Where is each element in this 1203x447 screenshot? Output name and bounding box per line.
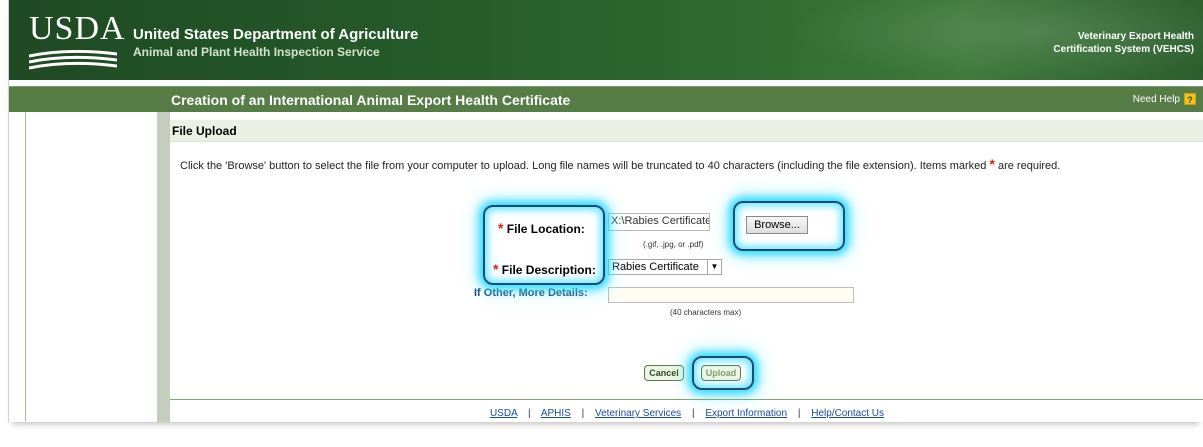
instructions-post: are required.	[997, 160, 1061, 172]
highlight-upload	[692, 356, 754, 390]
title-bar: Creation of an International Animal Expo…	[9, 86, 1203, 112]
footer-link-export-information[interactable]: Export Information	[705, 408, 787, 419]
page: USDA United States Department of Agricul…	[0, 0, 1203, 447]
need-help-link[interactable]: Need Help ?	[1133, 93, 1196, 105]
footer-separator: |	[581, 408, 585, 419]
max-characters-hint: (40 characters max)	[670, 308, 742, 317]
footer-link-usda[interactable]: USDA	[490, 408, 517, 419]
file-types-hint: (.gif, .jpg, or .pdf)	[643, 240, 704, 249]
agency-block: United States Department of Agriculture …	[133, 26, 418, 59]
highlight-labels	[483, 205, 605, 285]
agency-subtitle: Animal and Plant Health Inspection Servi…	[133, 45, 380, 59]
left-sidebar	[25, 112, 157, 422]
system-name-line2: Certification System (VEHCS)	[1053, 44, 1194, 55]
section-header: File Upload	[170, 120, 1203, 142]
site-header: USDA United States Department of Agricul…	[9, 0, 1203, 80]
highlight-browse	[733, 201, 845, 251]
file-location-input[interactable]: X:\Rabies Certificate.pdf	[608, 213, 710, 231]
file-description-value: Rabies Certificate	[612, 261, 699, 273]
required-marker: *	[989, 156, 995, 172]
footer-divider	[170, 399, 1203, 400]
section-heading: File Upload	[172, 124, 237, 138]
chevron-down-icon[interactable]: ▼	[707, 260, 721, 274]
sidebar-divider	[157, 112, 170, 422]
instructions-text: Click the 'Browse' button to select the …	[180, 156, 1060, 172]
footer-link-aphis[interactable]: APHIS	[541, 408, 571, 419]
system-name-line1: Veterinary Export Health	[1077, 31, 1194, 42]
footer-link-help-contact[interactable]: Help/Contact Us	[811, 408, 884, 419]
cancel-button[interactable]: Cancel	[644, 365, 684, 381]
instructions-pre: Click the 'Browse' button to select the …	[180, 160, 987, 172]
footer-separator: |	[527, 408, 531, 419]
other-details-label: If Other, More Details:	[474, 287, 588, 299]
main-content: File Upload Click the 'Browse' button to…	[170, 112, 1203, 422]
browser-frame: USDA United States Department of Agricul…	[8, 0, 1203, 422]
other-details-input[interactable]	[608, 287, 854, 303]
file-description-select[interactable]: Rabies Certificate ▼	[608, 259, 722, 275]
need-help-label: Need Help	[1132, 93, 1180, 105]
page-title: Creation of an International Animal Expo…	[171, 92, 571, 108]
logo-text: USDA	[29, 10, 126, 47]
footer-links: USDA | APHIS | Veterinary Services | Exp…	[170, 408, 1203, 419]
system-name: Veterinary Export Health Certification S…	[1053, 30, 1194, 56]
footer-separator: |	[797, 408, 801, 419]
help-icon: ?	[1184, 93, 1196, 105]
footer-separator: |	[691, 408, 695, 419]
footer-link-veterinary-services[interactable]: Veterinary Services	[595, 408, 681, 419]
usda-logo[interactable]: USDA	[29, 10, 125, 70]
logo-field-icon	[29, 50, 117, 70]
agency-name: United States Department of Agriculture	[133, 26, 419, 43]
